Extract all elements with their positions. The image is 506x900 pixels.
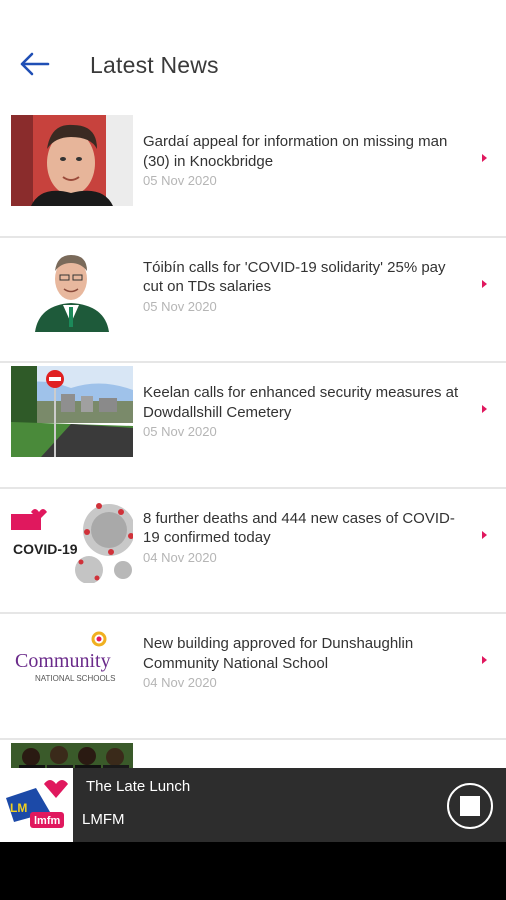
arrow-left-icon: [20, 52, 50, 81]
news-item[interactable]: Gardaí appeal for information on missing…: [0, 112, 506, 238]
now-playing-station: LMFM: [82, 811, 125, 828]
news-item[interactable]: COVID-19 8 further deaths and 444 new ca…: [0, 489, 506, 615]
community-logo-text: Community: [15, 650, 111, 672]
chevron-right-icon: [478, 650, 492, 670]
news-thumbnail: Community NATIONAL SCHOOLS: [11, 617, 133, 709]
app-header: Latest News: [0, 0, 506, 112]
news-thumbnail: COVID-19: [11, 491, 133, 583]
news-item[interactable]: Keelan calls for enhanced security measu…: [0, 363, 506, 489]
news-title: 8 further deaths and 444 new cases of CO…: [143, 509, 455, 547]
news-date: 04 Nov 2020: [143, 675, 217, 691]
station-logo-text: lmfm: [34, 815, 61, 827]
news-title: Keelan calls for enhanced security measu…: [143, 384, 459, 421]
back-button[interactable]: [14, 46, 56, 86]
system-nav-bar: [0, 842, 506, 900]
news-item[interactable]: Tóibín calls for 'COVID-19 solidarity' 2…: [0, 238, 506, 364]
news-thumbnail: [11, 742, 133, 768]
stop-button[interactable]: [447, 783, 493, 829]
news-thumbnail: [11, 240, 133, 332]
chevron-right-icon: [478, 274, 492, 294]
chevron-right-icon: [478, 148, 492, 168]
chevron-right-icon: [478, 399, 492, 419]
news-title: New building approved for Dunshaughlin C…: [143, 635, 414, 672]
news-thumbnail: [11, 366, 133, 458]
news-date: 05 Nov 2020: [143, 424, 217, 440]
chevron-right-icon: [478, 525, 492, 545]
news-thumbnail: [11, 115, 133, 206]
news-list: Gardaí appeal for information on missing…: [0, 112, 506, 768]
station-logo-freq: LM: [10, 801, 27, 815]
now-playing-bar[interactable]: LM lmfm The Late Lunch LMFM: [0, 768, 506, 842]
news-item[interactable]: [0, 740, 506, 768]
news-date: 05 Nov 2020: [143, 298, 217, 314]
news-date: 05 Nov 2020: [143, 173, 217, 188]
news-title: Gardaí appeal for information on missing…: [143, 133, 448, 170]
page-title: Latest News: [90, 52, 219, 78]
stop-icon: [460, 796, 480, 816]
news-item[interactable]: Community NATIONAL SCHOOLS New building …: [0, 614, 506, 740]
schools-logo-text: NATIONAL SCHOOLS: [35, 674, 115, 683]
news-date: 04 Nov 2020: [143, 549, 217, 565]
now-playing-show: The Late Lunch: [86, 778, 191, 795]
covid-graphic-text: COVID-19: [13, 541, 78, 557]
station-logo: LM lmfm: [0, 768, 73, 842]
news-title: Tóibín calls for 'COVID-19 solidarity' 2…: [143, 258, 446, 296]
